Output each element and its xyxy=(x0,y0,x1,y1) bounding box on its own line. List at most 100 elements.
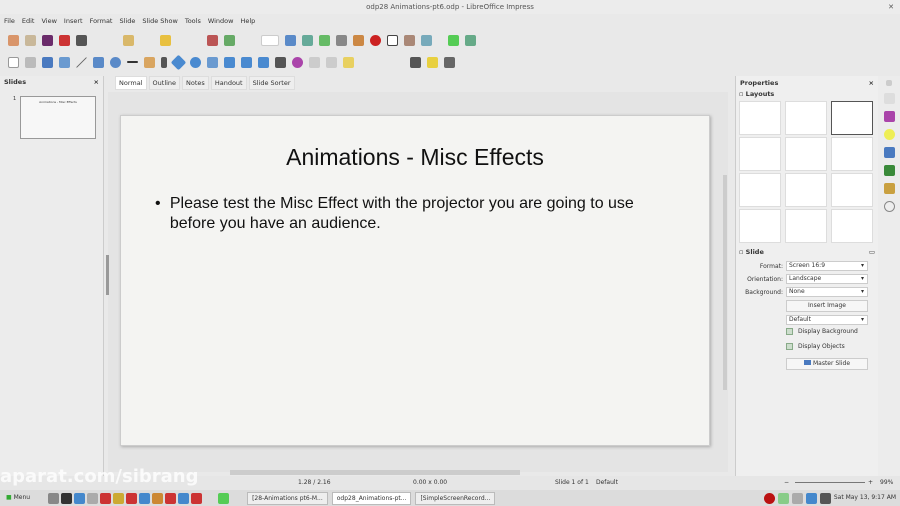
text-box-icon[interactable] xyxy=(387,34,398,46)
layout-title-only[interactable] xyxy=(785,137,827,171)
select-icon[interactable] xyxy=(8,56,19,68)
layouts-section-header[interactable]: ▫ Layouts xyxy=(736,90,878,98)
slide-transition-tab-icon[interactable] xyxy=(883,147,895,158)
app-icon[interactable] xyxy=(113,492,125,504)
block-arrows-icon[interactable] xyxy=(207,56,218,68)
zoom-out-icon[interactable]: − xyxy=(784,476,789,490)
tab-normal[interactable]: Normal xyxy=(115,76,147,90)
arrow-icon[interactable] xyxy=(127,61,138,63)
layout-title-2-content-over[interactable] xyxy=(831,173,873,207)
files-icon[interactable] xyxy=(87,492,99,504)
master-page-dropdown[interactable]: Default ▾ xyxy=(786,315,868,325)
zoom-icon[interactable] xyxy=(25,56,36,68)
gallery-tab-icon[interactable] xyxy=(883,183,895,194)
app-icon[interactable] xyxy=(165,492,177,504)
slide-title[interactable]: Animations - Misc Effects xyxy=(121,144,709,171)
new-icon[interactable] xyxy=(8,34,19,46)
layout-title-4-content[interactable] xyxy=(785,209,827,243)
menu-file[interactable]: File xyxy=(4,14,15,28)
master-slides-tab-icon[interactable] xyxy=(883,111,895,122)
orientation-dropdown[interactable]: Landscape ▾ xyxy=(786,274,868,284)
display-objects-checkbox[interactable] xyxy=(786,343,793,350)
media-icon[interactable] xyxy=(370,34,381,46)
slide-layout-icon[interactable] xyxy=(261,34,279,46)
launcher-icon[interactable] xyxy=(48,492,60,504)
menu-tools[interactable]: Tools xyxy=(185,14,201,28)
new-slide-icon[interactable] xyxy=(285,34,296,46)
layout-title-2-content-content[interactable] xyxy=(739,173,781,207)
app-icon[interactable] xyxy=(218,492,230,504)
record-icon[interactable] xyxy=(763,492,775,504)
tab-slide-sorter[interactable]: Slide Sorter xyxy=(248,76,295,90)
start-current-icon[interactable] xyxy=(319,34,330,46)
toggle-extrusion-icon[interactable] xyxy=(444,56,455,68)
connector-icon[interactable] xyxy=(161,56,167,68)
zoom-slider[interactable] xyxy=(795,482,865,483)
slide-thumbnail[interactable]: Animations - Misc Effects xyxy=(20,96,96,139)
app-icon[interactable] xyxy=(100,492,112,504)
update-icon[interactable] xyxy=(777,492,789,504)
glue-icon[interactable] xyxy=(427,56,438,68)
app-icon[interactable] xyxy=(191,492,203,504)
app-icon[interactable] xyxy=(178,492,190,504)
layout-title-content-over[interactable] xyxy=(739,209,781,243)
chart-icon[interactable] xyxy=(465,34,476,46)
line-icon[interactable] xyxy=(76,56,87,68)
format-dropdown[interactable]: Screen 16:9 ▾ xyxy=(786,261,868,271)
line-color-icon[interactable] xyxy=(42,56,53,68)
find-replace-icon[interactable] xyxy=(207,34,218,46)
symbol-shapes-icon[interactable] xyxy=(190,56,201,68)
taskbar-item[interactable]: [SimpleScreenRecord... xyxy=(415,491,496,505)
insert-image-button[interactable]: Insert Image xyxy=(786,300,868,312)
display-grid-icon[interactable] xyxy=(421,34,432,46)
rectangle-icon[interactable] xyxy=(93,56,104,68)
export-pdf-icon[interactable] xyxy=(59,34,70,46)
tab-notes[interactable]: Notes xyxy=(182,76,209,90)
shadow-icon[interactable] xyxy=(343,56,354,68)
layout-title-6-content[interactable] xyxy=(831,209,873,243)
sidebar-menu-icon[interactable] xyxy=(886,80,892,86)
browser-icon[interactable] xyxy=(74,492,86,504)
print-icon[interactable] xyxy=(76,34,87,46)
menu-insert[interactable]: Insert xyxy=(64,14,83,28)
menu-edit[interactable]: Edit xyxy=(22,14,35,28)
slide-section-header[interactable]: ▫ Slide ▭ xyxy=(736,246,878,258)
undo-icon[interactable] xyxy=(160,34,171,46)
fill-color-icon[interactable] xyxy=(59,56,70,68)
open-icon[interactable] xyxy=(25,34,36,46)
close-slides-pane-icon[interactable]: × xyxy=(94,78,99,86)
styles-tab-icon[interactable] xyxy=(883,165,895,176)
curve-icon[interactable] xyxy=(144,56,155,68)
menu-help[interactable]: Help xyxy=(240,14,255,28)
clock[interactable]: Sat May 13, 9:17 AM xyxy=(834,490,900,506)
properties-tab-icon[interactable] xyxy=(883,93,895,104)
taskbar-item-active[interactable]: odp28_Animations-pt... xyxy=(331,491,412,505)
menu-view[interactable]: View xyxy=(41,14,56,28)
app-icon[interactable] xyxy=(139,492,151,504)
tab-handout[interactable]: Handout xyxy=(210,76,247,90)
vertical-scrollbar[interactable] xyxy=(723,175,727,390)
table-icon[interactable] xyxy=(336,34,347,46)
menu-slide[interactable]: Slide xyxy=(119,14,135,28)
slides-pane-splitter[interactable] xyxy=(106,255,109,295)
flowchart-icon[interactable] xyxy=(224,56,235,68)
rotate-icon[interactable] xyxy=(292,56,303,68)
stars-icon[interactable] xyxy=(258,56,269,68)
insert-icon[interactable] xyxy=(448,34,459,46)
horizontal-scrollbar[interactable] xyxy=(230,470,520,475)
paste-icon[interactable] xyxy=(123,34,134,46)
background-dropdown[interactable]: None ▾ xyxy=(786,287,868,297)
layout-title-2-content[interactable] xyxy=(739,137,781,171)
menu-window[interactable]: Window xyxy=(208,14,234,28)
volume-icon[interactable] xyxy=(819,492,831,504)
zoom-in-icon[interactable]: + xyxy=(868,476,873,490)
taskbar-item[interactable]: [28-Animations pt6-M... xyxy=(247,491,328,505)
basic-shapes-icon[interactable] xyxy=(170,54,187,70)
callouts-icon[interactable] xyxy=(241,56,252,68)
arrange-icon[interactable] xyxy=(326,56,337,68)
custom-animation-tab-icon[interactable] xyxy=(883,129,895,140)
app-icon[interactable] xyxy=(152,492,164,504)
layout-centered-text[interactable] xyxy=(831,137,873,171)
terminal-icon[interactable] xyxy=(61,492,73,504)
bluetooth-icon[interactable] xyxy=(805,492,817,504)
